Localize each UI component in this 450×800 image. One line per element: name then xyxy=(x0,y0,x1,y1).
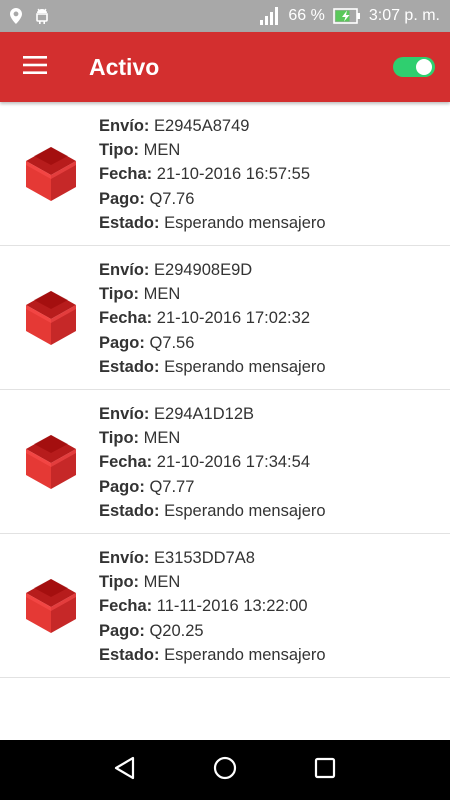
shipment-status: Esperando mensajero xyxy=(164,213,326,232)
list-item[interactable]: Envío: E2945A8749 Tipo: MEN Fecha: 21-10… xyxy=(0,102,450,246)
active-toggle[interactable] xyxy=(393,55,435,79)
shipment-type-line: Tipo: MEN xyxy=(99,285,181,304)
shipment-id-line: Envío: E294A1D12B xyxy=(99,404,255,423)
shipment-id: E3153DD7A8 xyxy=(154,548,255,567)
package-icon xyxy=(0,390,99,534)
shipment-type: MEN xyxy=(143,573,181,592)
shipment-id-line: Envío: E2945A8749 xyxy=(99,116,250,135)
shipment-payment: Q7.77 xyxy=(149,477,195,496)
shipment-payment-line: Pago: Q7.76 xyxy=(99,189,195,208)
package-icon xyxy=(0,246,99,390)
app-bar: Activo xyxy=(0,32,450,102)
shipment-id: E2945A8749 xyxy=(154,116,250,135)
shipment-list: Envío: E2945A8749 Tipo: MEN Fecha: 21-10… xyxy=(0,102,450,740)
shipment-date: 21-10-2016 17:34:54 xyxy=(156,453,310,472)
package-icon xyxy=(0,102,99,246)
shipment-status: Esperando mensajero xyxy=(164,645,326,664)
shipment-details: Envío: E294A1D12B Tipo: MEN Fecha: 21-10… xyxy=(99,400,326,523)
list-item[interactable]: Envío: E294908E9D Tipo: MEN Fecha: 21-10… xyxy=(0,246,450,390)
shipment-date-line: Fecha: 11-11-2016 13:22:00 xyxy=(99,597,308,616)
signal-icon xyxy=(260,7,280,25)
shipment-payment-line: Pago: Q7.56 xyxy=(99,333,195,352)
shipment-status-line: Estado: Esperando mensajero xyxy=(99,501,326,520)
shipment-date: 11-11-2016 13:22:00 xyxy=(156,597,308,616)
shipment-date-line: Fecha: 21-10-2016 16:57:55 xyxy=(99,165,310,184)
android-icon xyxy=(34,8,50,24)
back-icon xyxy=(114,756,136,785)
list-item[interactable]: Envío: E3153DD7A8 Tipo: MEN Fecha: 11-11… xyxy=(0,534,450,678)
home-button[interactable] xyxy=(204,749,246,791)
recents-button[interactable] xyxy=(304,749,346,791)
battery-percent: 66 % xyxy=(288,7,325,24)
recents-icon xyxy=(314,757,336,784)
shipment-type-line: Tipo: MEN xyxy=(99,141,181,160)
shipment-status-line: Estado: Esperando mensajero xyxy=(99,213,326,232)
hamburger-menu-icon xyxy=(23,55,47,79)
shipment-payment-line: Pago: Q20.25 xyxy=(99,621,204,640)
shipment-id-line: Envío: E294908E9D xyxy=(99,260,253,279)
shipment-status-line: Estado: Esperando mensajero xyxy=(99,645,326,664)
shipment-status: Esperando mensajero xyxy=(164,357,326,376)
home-icon xyxy=(213,756,237,785)
clock: 3:07 p. m. xyxy=(368,7,440,24)
shipment-details: Envío: E294908E9D Tipo: MEN Fecha: 21-10… xyxy=(99,256,326,379)
shipment-payment-line: Pago: Q7.77 xyxy=(99,477,195,496)
shipment-type-line: Tipo: MEN xyxy=(99,429,181,448)
shipment-payment: Q7.56 xyxy=(149,333,195,352)
shipment-details: Envío: E3153DD7A8 Tipo: MEN Fecha: 11-11… xyxy=(99,544,326,667)
location-icon xyxy=(10,8,22,24)
shipment-type: MEN xyxy=(143,141,181,160)
shipment-id: E294A1D12B xyxy=(154,404,255,423)
shipment-payment: Q20.25 xyxy=(149,621,204,640)
nav-bar xyxy=(0,740,450,800)
shipment-details: Envío: E2945A8749 Tipo: MEN Fecha: 21-10… xyxy=(99,112,326,235)
shipment-type: MEN xyxy=(143,285,181,304)
shipment-status: Esperando mensajero xyxy=(164,501,326,520)
shipment-payment: Q7.76 xyxy=(149,189,195,208)
shipment-id-line: Envío: E3153DD7A8 xyxy=(99,548,255,567)
package-icon xyxy=(0,534,99,678)
page-title: Activo xyxy=(89,53,160,80)
shipment-date: 21-10-2016 16:57:55 xyxy=(156,165,310,184)
shipment-status-line: Estado: Esperando mensajero xyxy=(99,357,326,376)
shipment-date-line: Fecha: 21-10-2016 17:34:54 xyxy=(99,453,310,472)
back-button[interactable] xyxy=(104,749,146,791)
shipment-type-line: Tipo: MEN xyxy=(99,573,181,592)
shipment-type: MEN xyxy=(143,429,181,448)
status-bar: 66 % 3:07 p. m. xyxy=(0,0,450,32)
shipment-id: E294908E9D xyxy=(154,260,253,279)
battery-charging-icon xyxy=(333,8,361,24)
shipment-date: 21-10-2016 17:02:32 xyxy=(156,309,310,328)
list-item[interactable]: Envío: E294A1D12B Tipo: MEN Fecha: 21-10… xyxy=(0,390,450,534)
toggle-thumb xyxy=(414,57,434,77)
shipment-date-line: Fecha: 21-10-2016 17:02:32 xyxy=(99,309,310,328)
menu-button[interactable] xyxy=(0,32,70,102)
